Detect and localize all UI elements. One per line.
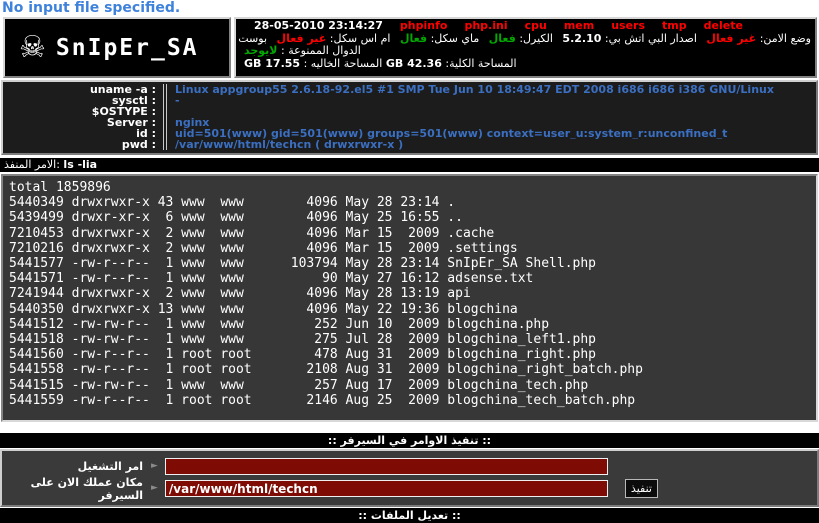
sysinfo-row-server: Server : nginx bbox=[3, 117, 816, 128]
php-notice: No input file specified. bbox=[0, 0, 819, 17]
status-safe-mode: وضع الامن: غير فعال bbox=[706, 32, 811, 45]
listing-row: 5441571 -rw-r--r-- 1 www www 90 May 27 1… bbox=[9, 271, 814, 286]
working-dir-row: مكان عملك الان على السيرفر ► تنفيذ bbox=[2, 478, 817, 499]
executed-command-label: الامر المنفذ bbox=[4, 158, 56, 171]
server-info-box: 28-05-2010 23:14:27 phpinfo php.ini cpu mem u… bbox=[234, 17, 817, 78]
executed-command-bar: الامر المنفذ: ls -lia bbox=[0, 158, 819, 172]
link-users[interactable]: users bbox=[611, 19, 645, 32]
listing-row: 5441518 -rw-rw-r-- 1 www www 275 Jul 28 … bbox=[9, 332, 814, 347]
skull-icon: ☠ bbox=[19, 33, 46, 63]
sysinfo-row-pwd: pwd : /var/www/html/techcn ( drwxrwxr-x … bbox=[3, 139, 816, 150]
working-dir-input[interactable] bbox=[165, 480, 608, 497]
datetime: 28-05-2010 23:14:27 bbox=[254, 19, 383, 32]
status-postgresql: بوست قري سكل: غير فعال bbox=[234, 32, 267, 45]
arrow-bullet-icon: ► bbox=[151, 462, 158, 471]
system-info-table: uname -a : Linux appgroup55 2.6.18-92.el… bbox=[1, 80, 818, 155]
listing-row: 5440349 drwxrwxr-x 43 www www 4096 May 2… bbox=[9, 195, 814, 210]
executed-command-value: ls -lia bbox=[63, 158, 97, 171]
link-cpu[interactable]: cpu bbox=[525, 19, 547, 32]
link-phpinfo[interactable]: phpinfo bbox=[400, 19, 448, 32]
listing-row: 5441559 -rw-r--r-- 1 root root 2146 Aug … bbox=[9, 393, 814, 408]
disk-space-line: المساحة الكلية: GB 42.36 المساحة الخاليه… bbox=[241, 58, 811, 71]
listing-row: 5441515 -rw-rw-r-- 1 www www 257 Aug 17 … bbox=[9, 378, 814, 393]
files-section-title: :: تعديل الملفات :: bbox=[0, 508, 819, 523]
listing-row: 5439499 drwxr-xr-x 6 www www 4096 May 25… bbox=[9, 210, 814, 225]
working-dir-label: مكان عملك الان على السيرفر bbox=[2, 476, 143, 502]
link-delete[interactable]: delete bbox=[704, 19, 743, 32]
run-command-row: امر التشغيل ► bbox=[2, 456, 817, 477]
listing-row: 7210216 drwxrwxr-x 2 www www 4096 Mar 15… bbox=[9, 241, 814, 256]
run-command-input[interactable] bbox=[165, 458, 608, 475]
run-command-label: امر التشغيل bbox=[2, 460, 143, 473]
exec-section-title: :: تنفيذ الاوامر في السيرفر :: bbox=[0, 433, 819, 448]
listing-row: 5441560 -rw-r--r-- 1 root root 478 Aug 3… bbox=[9, 347, 814, 362]
execute-button[interactable]: تنفيذ bbox=[625, 479, 658, 498]
status-curl: الكيرل: فعال bbox=[489, 32, 553, 45]
link-tmp[interactable]: tmp bbox=[662, 19, 687, 32]
listing-row: 5441577 -rw-r--r-- 1 www www 103794 May … bbox=[9, 256, 814, 271]
header: ☠ SnIpEr_SA 28-05-2010 23:14:27 phpinfo ph… bbox=[3, 17, 817, 78]
command-output: total 1859896 5440349 drwxrwxr-x 43 www … bbox=[1, 174, 818, 422]
listing-row: 5441512 -rw-rw-r-- 1 www www 252 Jun 10 … bbox=[9, 317, 814, 332]
listing-row: 5440350 drwxrwxr-x 13 www www 4096 May 2… bbox=[9, 302, 814, 317]
listing-row: 5441558 -rw-r--r-- 1 root root 2108 Aug … bbox=[9, 362, 814, 377]
status-mssql: ام اس سكل: غير فعال bbox=[277, 32, 391, 45]
command-form: امر التشغيل ► مكان عملك الان على السيرفر… bbox=[0, 449, 819, 507]
arrow-bullet-icon: ► bbox=[151, 484, 158, 493]
listing-row: 7241944 drwxrwxr-x 2 www www 4096 May 28… bbox=[9, 286, 814, 301]
status-mysql: ماي سكل: فعال bbox=[400, 32, 479, 45]
link-php-ini[interactable]: php.ini bbox=[464, 19, 507, 32]
link-mem[interactable]: mem bbox=[564, 19, 594, 32]
listing-row: 7210453 drwxrwxr-x 2 www www 4096 Mar 15… bbox=[9, 226, 814, 241]
listing-total: total 1859896 bbox=[9, 180, 814, 195]
shell-title: SnIpEr_SA bbox=[56, 35, 199, 61]
logo-box: ☠ SnIpEr_SA bbox=[3, 17, 231, 78]
status-php-version: اصدار البي اتش بي: 5.2.10 bbox=[562, 32, 697, 45]
